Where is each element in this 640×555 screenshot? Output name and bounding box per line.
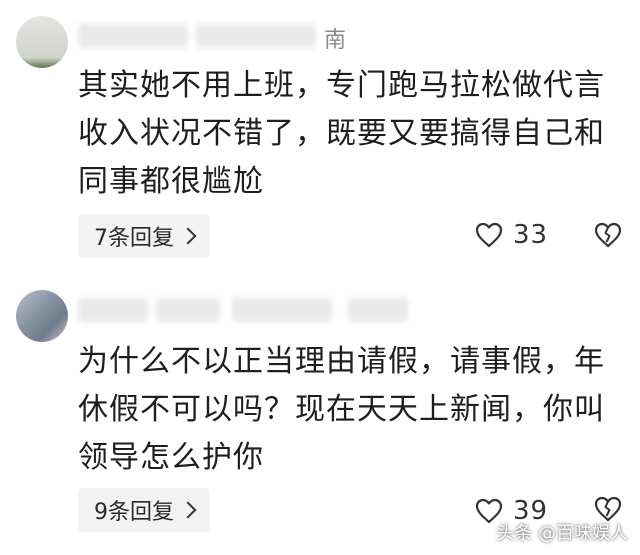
comment-text-line: 收入状况不错了，既要又要搞得自己和 bbox=[78, 116, 605, 151]
username-blurred bbox=[156, 298, 220, 322]
comment-text-line: 为什么不以正当理由请假，请事假，年 bbox=[78, 344, 605, 379]
view-replies-button[interactable]: 7条回复 bbox=[78, 214, 210, 258]
like-count: 33 bbox=[513, 220, 549, 250]
username-blurred bbox=[196, 24, 316, 48]
view-replies-label: 9条回复 bbox=[94, 500, 174, 525]
comment-text-line: 同事都很尴尬 bbox=[78, 164, 264, 199]
like-button[interactable]: 33 bbox=[475, 220, 548, 250]
heart-icon bbox=[475, 222, 503, 248]
comment-item: 为什么不以正当理由请假，请事假，年 休假不可以吗？现在天天上新闻，你叫 领导怎么… bbox=[0, 278, 640, 555]
avatar[interactable] bbox=[16, 290, 68, 342]
username-blurred[interactable] bbox=[78, 298, 148, 322]
comment-text-line: 领导怎么护你 bbox=[78, 440, 264, 475]
comment-text: 其实她不用上班，专门跑马拉松做代言 收入状况不错了，既要又要搞得自己和 同事都很… bbox=[78, 62, 624, 206]
comment-item: 南 其实她不用上班，专门跑马拉松做代言 收入状况不错了，既要又要搞得自己和 同事… bbox=[0, 0, 640, 270]
view-replies-label: 7条回复 bbox=[94, 226, 174, 251]
watermark: 头条 @百味娱人 bbox=[496, 523, 628, 544]
avatar[interactable] bbox=[16, 16, 68, 68]
comment-text-line: 休假不可以吗？现在天天上新闻，你叫 bbox=[78, 392, 605, 427]
username-blurred bbox=[232, 298, 332, 322]
chevron-right-icon bbox=[179, 501, 197, 519]
broken-heart-icon bbox=[594, 222, 622, 248]
comment-text-line: 其实她不用上班，专门跑马拉松做代言 bbox=[78, 68, 605, 103]
username-blurred bbox=[348, 298, 408, 322]
dislike-button[interactable] bbox=[594, 222, 622, 252]
location-suffix: 南 bbox=[324, 28, 348, 53]
username-blurred[interactable] bbox=[78, 24, 188, 48]
chevron-right-icon bbox=[179, 227, 197, 245]
view-replies-button[interactable]: 9条回复 bbox=[78, 488, 210, 532]
comment-text: 为什么不以正当理由请假，请事假，年 休假不可以吗？现在天天上新闻，你叫 领导怎么… bbox=[78, 338, 624, 482]
